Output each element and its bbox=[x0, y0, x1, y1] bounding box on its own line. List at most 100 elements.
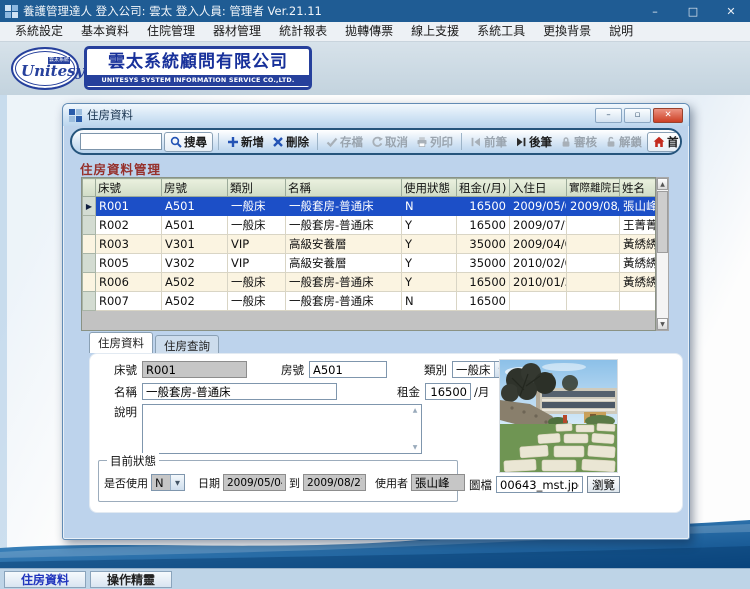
chevron-down-icon[interactable]: ▼ bbox=[413, 444, 418, 451]
taskbar-tab-2[interactable]: 操作精靈 bbox=[90, 570, 173, 588]
cell[interactable]: R006 bbox=[95, 272, 162, 292]
menu-item-8[interactable]: 系統工具 bbox=[468, 22, 534, 41]
cell[interactable]: 一般套房-普通床 bbox=[285, 196, 402, 216]
cell[interactable]: R001 bbox=[95, 196, 162, 216]
menu-item-2[interactable]: 基本資料 bbox=[72, 22, 138, 41]
cell[interactable]: Y bbox=[401, 253, 457, 273]
table-row[interactable]: ▶R001A501一般床一般套房-普通床N165002009/05/042009… bbox=[82, 196, 655, 216]
cell[interactable]: R002 bbox=[95, 215, 162, 235]
room-no-field[interactable] bbox=[309, 361, 387, 378]
menu-item-5[interactable]: 統計報表 bbox=[270, 22, 336, 41]
inner-minimize-button[interactable]: – bbox=[595, 107, 622, 123]
cell[interactable]: 一般床 bbox=[227, 291, 286, 311]
cell[interactable]: 王菁菁 bbox=[619, 215, 655, 235]
close-button[interactable]: ✕ bbox=[712, 0, 750, 22]
scroll-thumb[interactable] bbox=[657, 191, 668, 253]
cell[interactable]: 一般套房-普通床 bbox=[285, 215, 402, 235]
column-header-2[interactable]: 房號 bbox=[161, 178, 228, 197]
cell[interactable]: V302 bbox=[161, 253, 228, 273]
cell[interactable] bbox=[566, 272, 620, 292]
menu-item-9[interactable]: 更換背景 bbox=[534, 22, 600, 41]
cell[interactable]: N bbox=[401, 291, 457, 311]
cell[interactable]: 16500 bbox=[456, 291, 510, 311]
cell[interactable]: 高級安養層 bbox=[285, 234, 402, 254]
image-file-field[interactable] bbox=[496, 476, 583, 493]
cell[interactable]: 2009/05/04 bbox=[509, 196, 567, 216]
tab-1[interactable]: 住房資料 bbox=[89, 332, 153, 353]
cell[interactable]: 一般床 bbox=[227, 196, 286, 216]
cell[interactable]: 一般套房-普通床 bbox=[285, 272, 402, 292]
search-input[interactable] bbox=[80, 133, 162, 150]
cell[interactable]: Y bbox=[401, 272, 457, 292]
in-use-dropdown[interactable]: N ▼ bbox=[151, 474, 185, 491]
column-header-8[interactable]: 實際離院日 bbox=[566, 178, 620, 197]
cell[interactable]: 2009/08/27 bbox=[566, 196, 620, 216]
menu-item-6[interactable]: 拋轉傳票 bbox=[336, 22, 402, 41]
menu-item-10[interactable]: 說明 bbox=[600, 22, 642, 41]
column-header-7[interactable]: 入住日 bbox=[509, 178, 567, 197]
cell[interactable]: 一般套房-普通床 bbox=[285, 291, 402, 311]
chevron-up-icon[interactable]: ▲ bbox=[413, 407, 418, 414]
table-row[interactable]: R007 A502 一般床 一般套房-普通床 N 16500 bbox=[82, 291, 655, 311]
新增-button[interactable]: 新增 bbox=[224, 133, 267, 151]
cell[interactable]: 35000 bbox=[456, 253, 510, 273]
cell[interactable]: 高級安養層 bbox=[285, 253, 402, 273]
首頁-button[interactable]: 首頁 bbox=[647, 131, 680, 152]
tab-2[interactable]: 住房查詢 bbox=[155, 335, 219, 353]
cell[interactable]: A502 bbox=[161, 272, 228, 292]
cell[interactable]: VIP bbox=[227, 253, 286, 273]
maximize-button[interactable]: □ bbox=[674, 0, 712, 22]
menu-item-3[interactable]: 住院管理 bbox=[138, 22, 204, 41]
cell[interactable]: 黃綉綉 bbox=[619, 253, 655, 273]
column-header-1[interactable]: 床號 bbox=[95, 178, 162, 197]
table-row[interactable]: R006A502一般床一般套房-普通床Y165002010/01/30 黃綉綉 bbox=[82, 272, 655, 292]
cell[interactable]: A502 bbox=[161, 291, 228, 311]
column-header-4[interactable]: 名稱 bbox=[285, 178, 402, 197]
description-field[interactable] bbox=[143, 405, 409, 453]
cell[interactable]: A501 bbox=[161, 196, 228, 216]
column-header-6[interactable]: 租金(/月) bbox=[456, 178, 510, 197]
scroll-up-button[interactable]: ▲ bbox=[657, 178, 668, 190]
cell[interactable]: 黃綉綉 bbox=[619, 234, 655, 254]
cell[interactable]: 黃綉綉 bbox=[619, 272, 655, 292]
cell[interactable]: 2009/07/13 bbox=[509, 215, 567, 235]
browse-button[interactable]: 瀏覽 bbox=[587, 476, 620, 493]
cell[interactable]: 2010/02/01 bbox=[509, 253, 567, 273]
column-header-9[interactable]: 姓名 bbox=[619, 178, 655, 197]
rent-field[interactable] bbox=[425, 383, 471, 400]
cell[interactable]: Y bbox=[401, 215, 457, 235]
cell[interactable]: 16500 bbox=[456, 215, 510, 235]
cell[interactable] bbox=[509, 291, 567, 311]
scroll-down-button[interactable]: ▼ bbox=[657, 318, 668, 330]
inner-window-titlebar[interactable]: 住房資料 – ▫ ✕ bbox=[63, 104, 689, 126]
cell[interactable]: 2010/01/30 bbox=[509, 272, 567, 292]
cell[interactable] bbox=[566, 234, 620, 254]
cell[interactable] bbox=[566, 215, 620, 235]
cell[interactable]: R005 bbox=[95, 253, 162, 273]
cell[interactable]: VIP bbox=[227, 234, 286, 254]
cell[interactable]: 一般床 bbox=[227, 272, 286, 292]
cell[interactable] bbox=[619, 291, 655, 311]
搜尋-button[interactable]: 搜尋 bbox=[164, 131, 213, 152]
menu-item-7[interactable]: 線上支援 bbox=[402, 22, 468, 41]
inner-maximize-button[interactable]: ▫ bbox=[624, 107, 651, 123]
cell[interactable]: 一般床 bbox=[227, 215, 286, 235]
taskbar-tab-1[interactable]: 住房資料 bbox=[4, 570, 87, 588]
cell[interactable]: Y bbox=[401, 234, 457, 254]
cell[interactable]: 35000 bbox=[456, 234, 510, 254]
後筆-button[interactable]: 後筆 bbox=[512, 133, 555, 151]
table-row[interactable]: R002A501一般床一般套房-普通床Y165002009/07/13 王菁菁 bbox=[82, 215, 655, 235]
grid-scrollbar[interactable]: ▲ ▼ bbox=[656, 177, 669, 331]
minimize-button[interactable]: – bbox=[636, 0, 674, 22]
cell[interactable]: V301 bbox=[161, 234, 228, 254]
table-row[interactable]: R005V302VIP高級安養層Y350002010/02/01 黃綉綉 bbox=[82, 253, 655, 273]
cell[interactable] bbox=[566, 291, 620, 311]
menu-item-1[interactable]: 系統設定 bbox=[6, 22, 72, 41]
cell[interactable]: R007 bbox=[95, 291, 162, 311]
cell[interactable]: R003 bbox=[95, 234, 162, 254]
inner-close-button[interactable]: ✕ bbox=[653, 107, 683, 123]
name-field[interactable] bbox=[142, 383, 337, 400]
cell[interactable] bbox=[566, 253, 620, 273]
menu-item-4[interactable]: 器材管理 bbox=[204, 22, 270, 41]
column-header-5[interactable]: 使用狀態 bbox=[401, 178, 457, 197]
